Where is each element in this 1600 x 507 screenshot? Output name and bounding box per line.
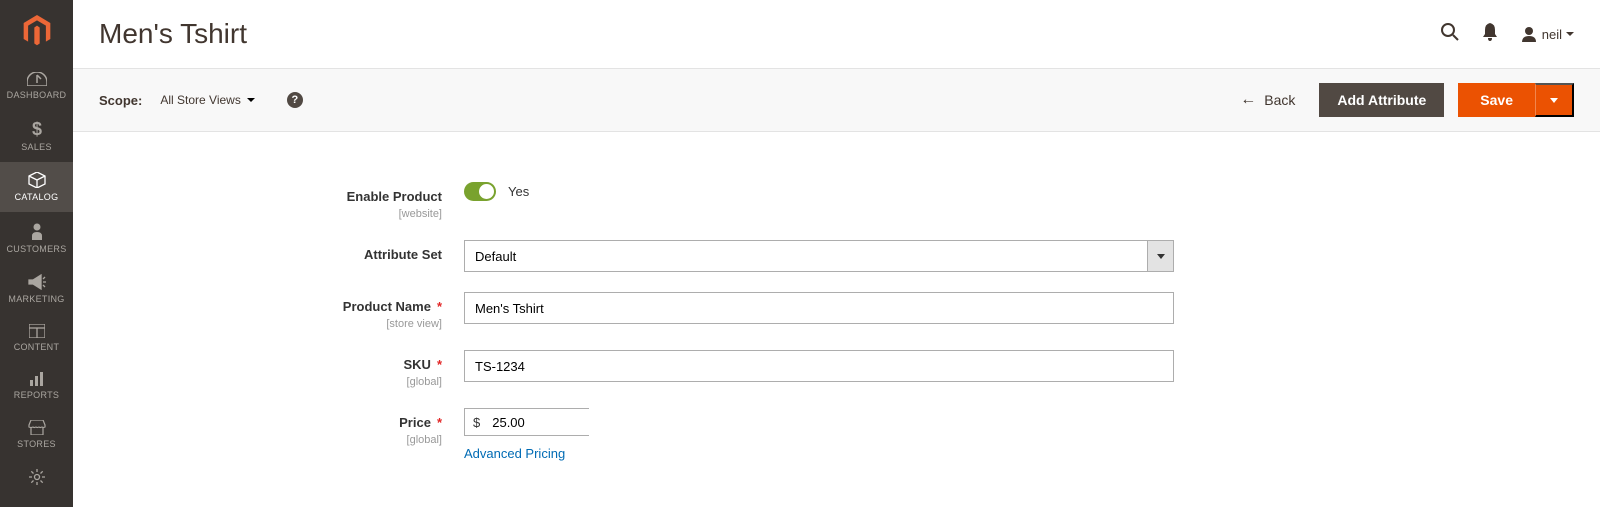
chevron-down-icon [1147, 241, 1173, 271]
sidebar-item-label: MARKETING [8, 294, 64, 304]
sidebar-item-label: STORES [17, 439, 56, 449]
sidebar-item-reports[interactable]: REPORTS [0, 362, 73, 410]
form-row-price: Price [global] $ Advanced Pricing [99, 408, 1574, 461]
magento-logo[interactable] [0, 0, 73, 62]
enable-product-toggle[interactable] [464, 182, 496, 201]
product-name-label: Product Name [343, 299, 442, 314]
chevron-down-icon [1566, 32, 1574, 36]
form-row-sku: SKU [global] [99, 350, 1574, 388]
price-currency: $ [465, 415, 488, 430]
sidebar-item-sales[interactable]: $ SALES [0, 110, 73, 162]
sidebar: DASHBOARD $ SALES CATALOG CUSTOMERS MARK… [0, 0, 73, 507]
sidebar-item-customers[interactable]: CUSTOMERS [0, 212, 73, 264]
search-icon[interactable] [1440, 22, 1460, 47]
sidebar-item-catalog[interactable]: CATALOG [0, 162, 73, 212]
scope-left: Scope: All Store Views ? [99, 92, 303, 108]
scope-bar: Scope: All Store Views ? Back Add Attrib… [73, 68, 1600, 132]
page-header: Men's Tshirt neil [73, 0, 1600, 68]
scope-right: Back Add Attribute Save [1240, 83, 1574, 117]
sku-input[interactable] [464, 350, 1174, 382]
save-button[interactable]: Save [1458, 83, 1535, 117]
main-content: Men's Tshirt neil Scope: All Store Views… [73, 0, 1600, 507]
form-row-product-name: Product Name [store view] [99, 292, 1574, 330]
save-dropdown-button[interactable] [1535, 83, 1574, 117]
product-name-input[interactable] [464, 292, 1174, 324]
scope-selector[interactable]: All Store Views [160, 93, 254, 107]
attribute-set-value: Default [465, 249, 526, 264]
sidebar-item-marketing[interactable]: MARKETING [0, 264, 73, 314]
sidebar-item-system[interactable] [0, 459, 73, 495]
price-input-wrap: $ [464, 408, 589, 436]
save-button-group: Save [1458, 83, 1574, 117]
user-name: neil [1542, 27, 1562, 42]
form-area: Enable Product [website] Yes Attribute S… [73, 132, 1600, 481]
notifications-icon[interactable] [1482, 23, 1498, 46]
advanced-pricing-link[interactable]: Advanced Pricing [464, 446, 565, 461]
svg-text:$: $ [31, 120, 41, 138]
enable-product-toggle-label: Yes [508, 184, 529, 199]
sidebar-item-label: SALES [21, 142, 52, 152]
sku-sublabel: [global] [99, 376, 442, 388]
attribute-set-select[interactable]: Default [464, 240, 1174, 272]
enable-product-sublabel: [website] [99, 208, 442, 220]
product-name-sublabel: [store view] [99, 318, 442, 330]
user-menu[interactable]: neil [1520, 26, 1574, 42]
back-button[interactable]: Back [1240, 91, 1295, 109]
form-row-attribute-set: Attribute Set Default [99, 240, 1574, 272]
sidebar-item-stores[interactable]: STORES [0, 410, 73, 459]
enable-product-label: Enable Product [347, 189, 442, 204]
help-icon[interactable]: ? [287, 92, 303, 108]
price-sublabel: [global] [99, 434, 442, 446]
sidebar-item-label: DASHBOARD [7, 90, 67, 100]
sidebar-item-content[interactable]: CONTENT [0, 314, 73, 362]
sidebar-item-dashboard[interactable]: DASHBOARD [0, 62, 73, 110]
price-input[interactable] [488, 409, 672, 435]
sidebar-item-label: CONTENT [14, 342, 60, 352]
scope-label: Scope: [99, 93, 142, 108]
sku-label: SKU [403, 357, 442, 372]
sidebar-item-label: CUSTOMERS [6, 244, 66, 254]
form-row-enable-product: Enable Product [website] Yes [99, 182, 1574, 220]
sidebar-item-label: CATALOG [15, 192, 59, 202]
attribute-set-label: Attribute Set [364, 247, 442, 262]
page-title: Men's Tshirt [99, 18, 247, 50]
header-actions: neil [1440, 22, 1574, 47]
price-label: Price [399, 415, 442, 430]
sidebar-item-label: REPORTS [14, 390, 59, 400]
add-attribute-button[interactable]: Add Attribute [1319, 83, 1444, 117]
